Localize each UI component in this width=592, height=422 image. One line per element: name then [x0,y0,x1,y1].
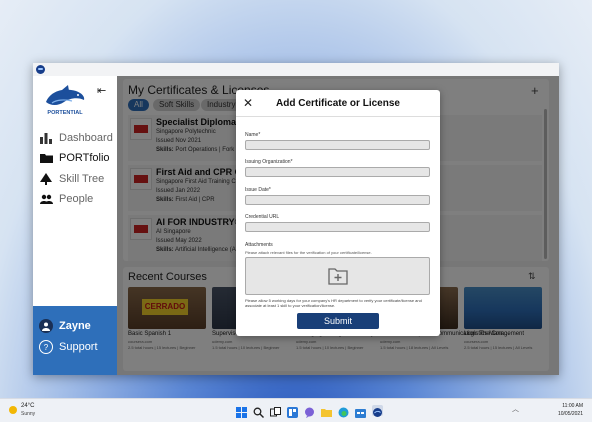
bar-chart-icon [39,132,53,144]
credential-url-field[interactable] [245,222,430,232]
add-certificate-modal: ✕ Add Certificate or License Name* Issui… [236,90,440,336]
collapse-left-icon: ⇤ [97,85,107,97]
chevron-up-icon[interactable]: ︿ [512,404,519,414]
add-file-icon [328,268,348,285]
help-icon: ? [39,340,53,354]
issuing-organization-label: Issuing Organization* [245,159,293,165]
title-bar [33,63,559,76]
attachment-dropzone[interactable] [245,257,430,295]
credential-url-label: Credential URL [245,214,280,220]
sidebar-item-dashboard[interactable]: Dashboard [39,130,113,146]
file-explorer-icon[interactable] [321,405,332,417]
sidebar-item-label: PORTfolio [59,152,110,164]
tree-icon [39,173,53,185]
modal-title: Add Certificate or License [276,98,400,109]
sidebar: PORTENTIAL ⇤ Dashboard PORTfolio Skill T… [33,76,117,375]
app-icon [36,65,45,74]
task-view-icon[interactable] [270,405,281,417]
user-profile-button[interactable]: Zayne [39,318,91,334]
verification-note: Please allow 5 working days for your com… [245,298,422,308]
issue-date-label: Issue Date* [245,187,271,193]
sidebar-item-portfolio[interactable]: PORTfolio [39,150,110,166]
people-icon [39,193,53,205]
weather-temperature: 24°C [21,403,35,409]
chat-icon[interactable] [304,405,315,418]
collapse-sidebar-button[interactable]: ⇤ [97,84,106,97]
search-icon[interactable] [253,405,264,418]
avatar [39,319,53,333]
support-button[interactable]: ? Support [39,339,98,355]
attachments-hint: Please attach relevant files for the ver… [245,250,372,255]
portential-app-icon[interactable] [372,405,383,417]
clock-date[interactable]: 10/05/2021 [545,411,583,417]
issuing-organization-field[interactable] [245,167,430,177]
sun-icon [9,406,17,414]
store-icon[interactable] [355,405,366,418]
attachments-label: Attachments [245,242,273,248]
name-label: Name* [245,132,261,138]
taskbar: 24°C Sunny ︿ 11:00 AM 10/05/2021 [0,398,592,422]
modal-divider [236,116,440,117]
sidebar-user-panel: Zayne ? Support [33,306,117,375]
sidebar-item-people[interactable]: People [39,191,93,207]
user-name: Zayne [59,320,91,332]
support-label: Support [59,341,98,353]
submit-button[interactable]: Submit [297,313,379,329]
sidebar-item-skill-tree[interactable]: Skill Tree [39,171,104,187]
windows-start-icon[interactable] [236,405,247,418]
weather-description: Sunny [21,411,36,417]
clock-time[interactable]: 11:00 AM [545,403,583,409]
folder-icon [39,152,53,164]
edge-browser-icon[interactable] [338,405,349,418]
sidebar-item-label: People [59,193,94,205]
name-field[interactable] [245,140,430,150]
sidebar-item-label: Dashboard [59,132,113,144]
issue-date-field[interactable] [245,195,430,205]
widgets-icon[interactable] [287,405,298,418]
sidebar-item-label: Skill Tree [59,173,105,185]
logo-text: PORTENTIAL [47,110,83,116]
portential-logo: PORTENTIAL [46,85,85,116]
